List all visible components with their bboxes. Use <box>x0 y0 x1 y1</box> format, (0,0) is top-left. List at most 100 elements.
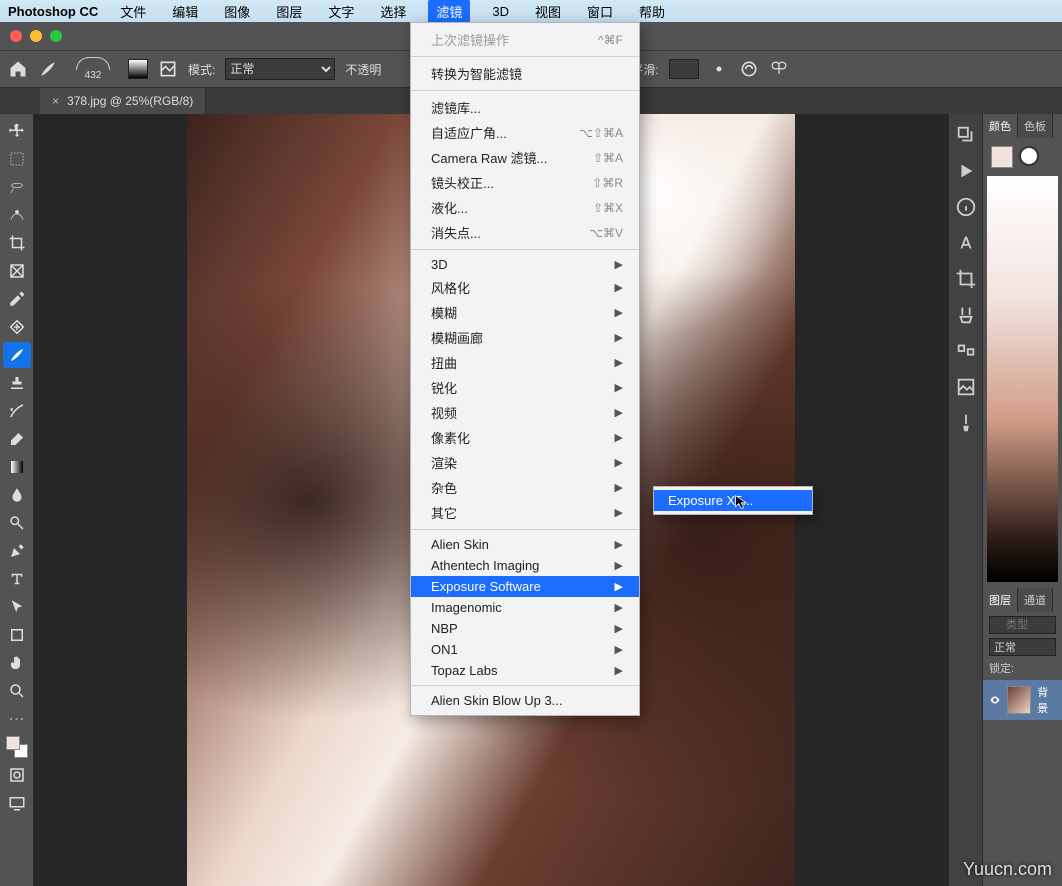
foreground-color-swatch[interactable] <box>991 146 1013 168</box>
frame-tool[interactable] <box>3 258 31 284</box>
lasso-tool[interactable] <box>3 174 31 200</box>
menu-nbp[interactable]: NBP▶ <box>411 618 639 639</box>
move-tool[interactable] <box>3 118 31 144</box>
menu-image[interactable]: 图像 <box>220 0 254 23</box>
menu-other[interactable]: 其它▶ <box>411 500 639 525</box>
blend-mode-select[interactable]: 正常 <box>225 58 335 80</box>
close-tab-icon[interactable]: × <box>52 94 59 108</box>
brush-preset-panel-icon[interactable] <box>955 412 977 434</box>
crop-panel-icon[interactable] <box>955 268 977 290</box>
menu-athentech[interactable]: Athentech Imaging▶ <box>411 555 639 576</box>
menu-vanishing-point[interactable]: 消失点...⌥⌘V <box>411 220 639 245</box>
eraser-tool[interactable] <box>3 426 31 452</box>
menu-blur[interactable]: 模糊▶ <box>411 300 639 325</box>
menu-stylize[interactable]: 风格化▶ <box>411 275 639 300</box>
layer-row[interactable]: 背景 <box>983 680 1062 720</box>
menu-video[interactable]: 视频▶ <box>411 400 639 425</box>
menu-pixelate[interactable]: 像素化▶ <box>411 425 639 450</box>
menu-help[interactable]: 帮助 <box>635 0 669 23</box>
menu-imagenomic[interactable]: Imagenomic▶ <box>411 597 639 618</box>
eyedropper-tool[interactable] <box>3 286 31 312</box>
menu-on1[interactable]: ON1▶ <box>411 639 639 660</box>
submenu-exposure-x5[interactable]: Exposure X5... <box>654 490 812 511</box>
watermark: Yuucn.com <box>963 859 1052 880</box>
menu-3d[interactable]: 3D <box>488 2 513 21</box>
visibility-icon[interactable] <box>989 693 1001 707</box>
brush-preview-icon[interactable] <box>158 59 178 79</box>
crop-tool[interactable] <box>3 230 31 256</box>
brushes-panel-icon[interactable] <box>955 304 977 326</box>
menu-type[interactable]: 文字 <box>324 0 358 23</box>
menu-window[interactable]: 窗口 <box>583 0 617 23</box>
smoothing-input[interactable] <box>669 59 699 79</box>
zoom-tool[interactable] <box>3 678 31 704</box>
menu-blur-gallery[interactable]: 模糊画廊▶ <box>411 325 639 350</box>
shape-tool[interactable] <box>3 622 31 648</box>
history-brush-tool[interactable] <box>3 398 31 424</box>
menu-render[interactable]: 渲染▶ <box>411 450 639 475</box>
menu-select[interactable]: 选择 <box>376 0 410 23</box>
menu-file[interactable]: 文件 <box>116 0 150 23</box>
menu-alien-skin[interactable]: Alien Skin▶ <box>411 534 639 555</box>
menu-view[interactable]: 视图 <box>531 0 565 23</box>
hue-ring[interactable] <box>1019 146 1039 166</box>
maximize-window-button[interactable] <box>50 30 62 42</box>
history-panel-icon[interactable] <box>955 124 977 146</box>
menu-convert-smart[interactable]: 转换为智能滤镜 <box>411 61 639 86</box>
color-swatches[interactable] <box>3 734 31 760</box>
pen-tool[interactable] <box>3 538 31 564</box>
tab-color[interactable]: 颜色 <box>983 114 1018 138</box>
picture-panel-icon[interactable] <box>955 376 977 398</box>
tab-swatches[interactable]: 色板 <box>1018 114 1053 138</box>
menu-filter[interactable]: 滤镜 <box>428 0 470 23</box>
gear-icon[interactable] <box>709 59 729 79</box>
brush-tool[interactable] <box>3 342 31 368</box>
menu-exposure-software[interactable]: Exposure Software▶ <box>411 576 639 597</box>
dodge-tool[interactable] <box>3 510 31 536</box>
layer-thumbnail[interactable] <box>1007 686 1031 714</box>
hand-tool[interactable] <box>3 650 31 676</box>
type-tool[interactable] <box>3 566 31 592</box>
menu-liquify[interactable]: 液化...⇧⌘X <box>411 195 639 220</box>
menu-filter-gallery[interactable]: 滤镜库... <box>411 95 639 120</box>
path-select-tool[interactable] <box>3 594 31 620</box>
menu-blowup[interactable]: Alien Skin Blow Up 3... <box>411 690 639 711</box>
color-gradient-strip[interactable] <box>987 176 1058 582</box>
marquee-tool[interactable] <box>3 146 31 172</box>
home-icon[interactable] <box>8 59 28 79</box>
edit-toolbar-icon[interactable]: ⋯ <box>3 706 31 732</box>
menu-adaptive-wide[interactable]: 自适应广角...⌥⇧⌘A <box>411 120 639 145</box>
healing-tool[interactable] <box>3 314 31 340</box>
menu-camera-raw[interactable]: Camera Raw 滤镜...⇧⌘A <box>411 145 639 170</box>
blur-tool[interactable] <box>3 482 31 508</box>
document-tab[interactable]: × 378.jpg @ 25%(RGB/8) <box>40 88 206 114</box>
brush-tool-icon[interactable] <box>38 59 58 79</box>
menu-layer[interactable]: 图层 <box>272 0 306 23</box>
screen-mode-icon[interactable] <box>3 790 31 816</box>
brush-swatch[interactable] <box>128 59 148 79</box>
menu-lens-correction[interactable]: 镜头校正...⇧⌘R <box>411 170 639 195</box>
blend-mode-input[interactable] <box>989 638 1056 656</box>
menu-sharpen[interactable]: 锐化▶ <box>411 375 639 400</box>
actions-panel-icon[interactable] <box>955 160 977 182</box>
tab-layers[interactable]: 图层 <box>983 588 1018 612</box>
tab-channels[interactable]: 通道 <box>1018 588 1053 612</box>
menu-noise[interactable]: 杂色▶ <box>411 475 639 500</box>
info-panel-icon[interactable] <box>955 196 977 218</box>
butterfly-icon[interactable] <box>769 59 789 79</box>
menu-distort[interactable]: 扭曲▶ <box>411 350 639 375</box>
character-panel-icon[interactable] <box>955 232 977 254</box>
quick-select-tool[interactable] <box>3 202 31 228</box>
align-panel-icon[interactable] <box>955 340 977 362</box>
stamp-tool[interactable] <box>3 370 31 396</box>
gradient-tool[interactable] <box>3 454 31 480</box>
pressure-opacity-icon[interactable] <box>739 59 759 79</box>
quick-mask-icon[interactable] <box>3 762 31 788</box>
menu-edit[interactable]: 编辑 <box>168 0 202 23</box>
layer-filter-input[interactable] <box>989 616 1056 634</box>
minimize-window-button[interactable] <box>30 30 42 42</box>
close-window-button[interactable] <box>10 30 22 42</box>
brush-preset-picker[interactable]: 432 <box>68 57 118 81</box>
menu-topaz[interactable]: Topaz Labs▶ <box>411 660 639 681</box>
menu-3d[interactable]: 3D▶ <box>411 254 639 275</box>
